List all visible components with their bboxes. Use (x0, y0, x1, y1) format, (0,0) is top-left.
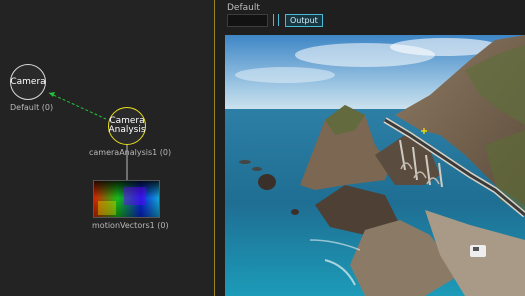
camera-node[interactable]: Camera (10, 64, 46, 100)
viewer-toolbar-separator (273, 14, 274, 26)
viewer-title: Default (227, 3, 260, 13)
edge-arrowhead (49, 92, 55, 97)
coastal-bridge-photo (225, 35, 525, 296)
viewer-toolbar-separator (278, 14, 279, 26)
motion-vectors-thumbnail (94, 181, 159, 217)
motion-vectors-node[interactable] (93, 180, 160, 218)
channel-selector[interactable] (227, 14, 268, 27)
viewer-panel[interactable]: Default Output (215, 0, 525, 296)
camera-analysis-node[interactable]: Camera Analysis (108, 107, 146, 145)
node-graph-panel[interactable]: Camera Default (0) Camera Analysis camer… (0, 0, 214, 296)
camera-analysis-edge (48, 92, 107, 120)
camera-node-label: Default (0) (10, 103, 54, 112)
output-button[interactable]: Output (285, 14, 323, 27)
motion-vectors-node-label: motionVectors1 (0) (92, 221, 169, 230)
analysis-title-line2: Analysis (108, 125, 146, 135)
camera-analysis-node-label: cameraAnalysis1 (0) (89, 148, 172, 157)
camera-node-title: Camera (10, 76, 46, 87)
viewer-image[interactable] (225, 35, 525, 296)
